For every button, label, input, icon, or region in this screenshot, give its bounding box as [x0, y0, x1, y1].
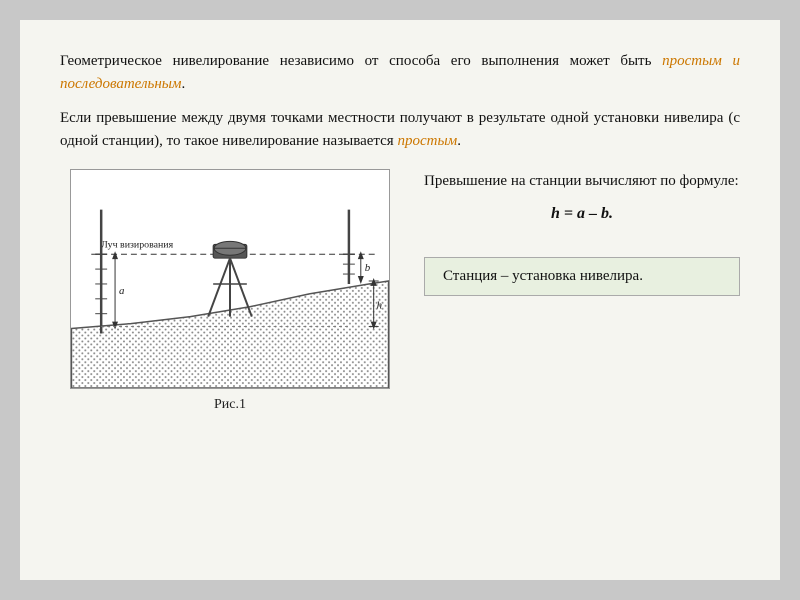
svg-text:a: a: [119, 285, 125, 297]
text-block: Геометрическое нивелирование независимо …: [60, 50, 740, 153]
figure-diagram: Луч визирования a: [70, 169, 390, 389]
svg-text:h: h: [377, 300, 382, 312]
paragraph-1: Геометрическое нивелирование независимо …: [60, 50, 740, 97]
svg-text:b: b: [365, 262, 371, 274]
svg-text:Луч визирования: Луч визирования: [101, 239, 173, 250]
station-box: Станция – установка нивелира.: [424, 257, 740, 296]
slide: Геометрическое нивелирование независимо …: [20, 20, 780, 580]
paragraph2-end: .: [457, 133, 461, 149]
paragraph1-end: .: [182, 76, 186, 92]
formula: h = a – b.: [424, 201, 740, 227]
paragraph-2: Если превышение между двумя точками мест…: [60, 107, 740, 154]
figure-block: Луч визирования a: [60, 169, 400, 413]
right-block: Превышение на станции вычисляют по форму…: [424, 169, 740, 296]
content-row: Луч визирования a: [60, 169, 740, 413]
figure-caption: Рис.1: [214, 397, 246, 413]
formula-intro: Превышение на станции вычисляют по форму…: [424, 173, 739, 189]
paragraph2-italic: простым: [397, 133, 457, 149]
paragraph1-start: Геометрическое нивелирование независимо …: [60, 53, 662, 69]
station-text: Станция – установка нивелира.: [443, 268, 643, 284]
formula-block: Превышение на станции вычисляют по форму…: [424, 169, 740, 227]
